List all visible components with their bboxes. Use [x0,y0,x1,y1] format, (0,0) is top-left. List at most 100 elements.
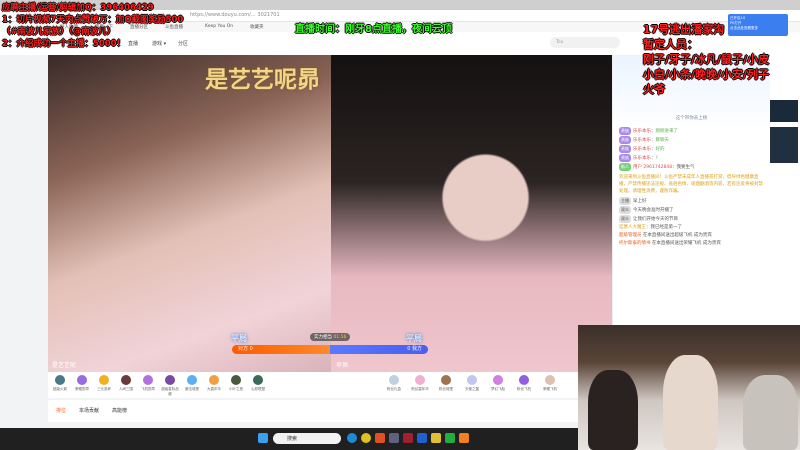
chat-user[interactable]: 乐乐本乐 [633,138,651,143]
overlay-roster-text: 17号逃出潘家沟 暂定人员： 刚子/牙子/冰凡/鼠子/小皮 小白/小条/晚晚/小… [643,22,769,97]
left-streamer-name: 是艺艺呢 [52,362,77,369]
chat-user[interactable]: 乐乐本乐 [633,156,651,161]
chat-user[interactable]: 乐乐本乐 [633,129,651,134]
chat-text: 在本直播间送出超级飞机 成为贵宾 [642,233,712,238]
gift-item[interactable]: 超级星际战舰 [160,375,180,397]
url-text: https://www.douyu.com/… 3021701 [190,12,280,18]
gift-item[interactable]: 粉丝飞机 [514,375,534,392]
person [663,355,718,450]
chat-tag: 观众 [619,206,631,214]
right-sidebar [770,55,800,330]
pk-timer: 01:56 [333,335,347,340]
app-icon[interactable] [375,433,385,443]
gift-item[interactable]: 大嘉年华 [204,375,224,392]
chat-message: 贵族 乐乐本乐：刚刚进来了 [619,127,679,135]
pk-progress-bar: 对方 0 0 我方 [232,345,428,354]
gift-item[interactable]: 飞机勋章 [138,375,158,392]
bookmark[interactable]: Keep You On [205,24,233,29]
gift-item[interactable]: 粉丝嘉年华 [410,375,430,392]
pk-status: 实力相当 01:56 [310,333,351,341]
overlay-line: 1：切片视频7天内点赞破万：加Q截图奖励500 [2,15,184,25]
chat-text: 今天晚会准时开播了 [633,208,674,213]
gift-label: 心愿联盟 [251,387,265,391]
chat-message: 主播 早上好 [613,197,770,206]
bookmark[interactable]: 收藏夹 [250,24,264,30]
app-icon[interactable] [459,433,469,443]
app-icon[interactable] [417,433,427,443]
chat-text: 我要生气 [676,165,695,170]
overlay-line: 应聘主播/运营/剪辑加Q：396406429 [2,3,154,13]
chat-text: 我已经是第一了 [650,225,683,230]
gift-item[interactable]: 魔法城堡 [182,375,202,392]
gift-item[interactable]: 粉丝城堡 [436,375,456,392]
overlay-line: 小白/小条/晚晚/小安/列子 [643,68,770,81]
video-player[interactable]: 是艺艺呢昴 平局 平局 实力相当 01:56 对方 0 0 我方 是艺艺呢 早恒 [48,55,612,372]
chat-user[interactable]: 托尔斯泰的情书 [619,241,651,246]
chat-message: 哇塞人大魔王：我已经是第一了 [619,225,683,230]
overlay-line: 暂定人员： [643,38,698,51]
overlay-title: 是艺艺呢昴 [205,67,320,93]
fan-badge: 新人 [619,163,631,171]
gift-item[interactable]: 小叶之旅 [226,375,246,392]
gift-item[interactable]: 荣耀勋章 [72,375,92,392]
overlay-line: 火爷 [643,83,665,96]
promo-thumbnail[interactable] [770,127,798,163]
app-icon[interactable] [431,433,441,443]
chat-text: ? [655,156,658,161]
tab-rank[interactable]: 排位 [56,407,66,414]
gift-label: 超级星际战舰 [161,387,179,396]
chat-message: 超级管理员 在本直播间送出超级飞机 成为贵宾 [613,232,770,240]
tab-contribution[interactable]: 本场贡献 [79,407,99,414]
app-icon[interactable] [403,433,413,443]
gift-item[interactable]: 梦幻飞船 [488,375,508,392]
gift-label: 大嘉年华 [207,387,221,391]
chat-message: 贵族 乐乐本乐：聊聊天 [619,136,670,144]
gift-label: 飞机勋章 [141,387,155,391]
wechat-icon[interactable] [445,433,455,443]
tab-highlight[interactable]: 高能榜 [112,407,127,414]
right-result: 平局 [406,334,422,343]
gift-item[interactable]: 心愿联盟 [248,375,268,392]
gift-item[interactable]: 人间三国 [116,375,136,392]
chat-tag: 主播 [619,197,631,205]
chat-text: 刚刚进来了 [655,129,679,134]
chat-tag: 观众 [619,215,631,223]
chat-user[interactable]: 乐乐本乐 [633,147,651,152]
gift-item[interactable]: 粉丝礼盒 [384,375,404,392]
gift-label: 荣耀飞机 [543,387,557,391]
right-stream-video [331,55,612,372]
app-icon[interactable] [389,433,399,443]
chat-user[interactable]: 用户 2961742848 [633,165,672,170]
start-icon[interactable] [258,433,268,443]
fan-badge: 贵族 [619,136,631,144]
gift-label: 人间三国 [119,387,133,391]
search-input[interactable]: Tco [550,37,620,48]
chat-message: 托尔斯泰的情书 在本直播间送出荣耀飞机 成为贵宾 [613,240,770,248]
edge-icon[interactable] [347,433,357,443]
app-icon[interactable] [361,433,371,443]
chat-message: 新人 用户 2961742848：我要生气 [619,163,695,171]
overlay-recruit-text: 应聘主播/运营/剪辑加Q：396406429 1：切片视频7天内点赞破万：加Q截… [2,2,183,50]
taskbar-search[interactable]: 搜索 [273,433,341,444]
gift-item[interactable]: 荣耀飞机 [540,375,560,392]
gift-label: 粉丝嘉年华 [411,387,429,391]
chat-message: 贵族 乐乐本乐：? [619,154,658,162]
overlay-line: 17号逃出潘家沟 [643,23,725,36]
gift-item[interactable]: 超级火箭 [50,375,70,392]
person [743,375,798,450]
pk-status-text: 实力相当 [314,335,332,340]
rank-tabs: 排位 本场贡献 高能榜 [48,400,612,422]
gift-item[interactable]: 天使之翼 [462,375,482,392]
overlay-line: 刚子/牙子/冰凡/鼠子/小皮 [643,53,770,66]
chat-user[interactable]: 哇塞人大魔王 [619,225,646,230]
gift-item[interactable]: 三元奖杯 [94,375,114,392]
overlay-schedule-text: 直播时间：刚牙8点直播，夜间云顶 [295,24,452,35]
chat-text: 聊聊天 [655,138,670,143]
promo-thumbnail[interactable] [770,100,798,122]
opponent-score: 对方 0 [232,345,330,354]
gift-label: 粉丝城堡 [439,387,453,391]
chat-user[interactable]: 超级管理员 [619,233,642,238]
gift-label: 超级火箭 [53,387,67,391]
gift-label: 小叶之旅 [229,387,243,391]
taskbar: 搜索 [0,428,578,450]
